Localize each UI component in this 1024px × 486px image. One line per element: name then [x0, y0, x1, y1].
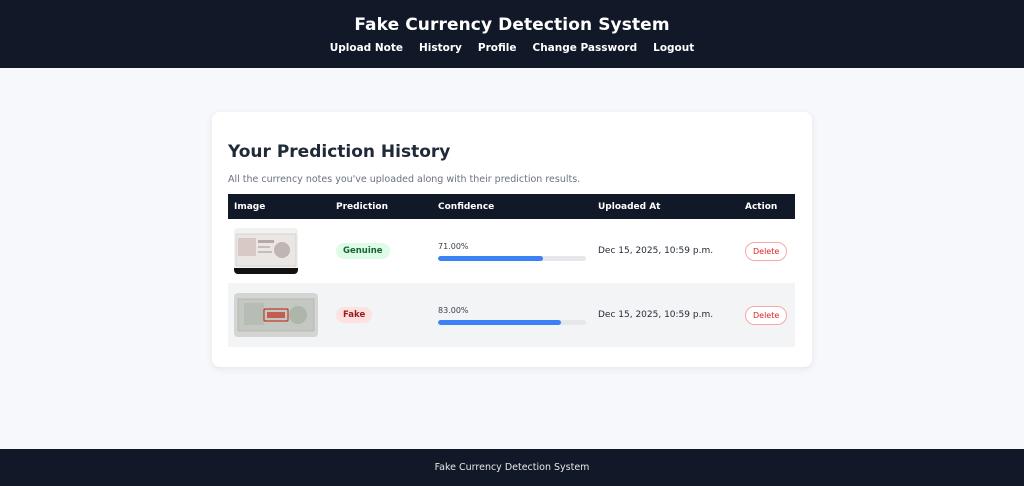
uploaded-at: Dec 15, 2025, 10:59 p.m.	[598, 246, 714, 256]
nav-history[interactable]: History	[419, 42, 462, 54]
uploaded-at: Dec 15, 2025, 10:59 p.m.	[598, 310, 714, 320]
status-badge: Genuine	[336, 243, 390, 259]
main-nav: Upload Note History Profile Change Passw…	[0, 42, 1024, 54]
confidence-bar	[438, 255, 586, 261]
column-header-prediction: Prediction	[336, 201, 388, 212]
column-header-action: Action	[745, 201, 778, 212]
page-footer: Fake Currency Detection System	[0, 449, 1024, 486]
nav-logout[interactable]: Logout	[653, 42, 694, 54]
footer-text: Fake Currency Detection System	[434, 462, 590, 473]
history-table: Image Prediction Confidence Uploaded At …	[228, 194, 795, 347]
confidence-value: 83.00%	[438, 305, 469, 315]
nav-upload-note[interactable]: Upload Note	[330, 42, 403, 54]
column-header-uploaded-at: Uploaded At	[598, 201, 661, 212]
app-title: Fake Currency Detection System	[354, 15, 670, 35]
confidence-bar	[438, 319, 586, 325]
status-badge: Fake	[336, 307, 373, 323]
nav-change-password[interactable]: Change Password	[532, 42, 637, 54]
confidence-value: 71.00%	[438, 241, 469, 251]
table-row: Fake 83.00% Dec 15, 2025, 10:59 p.m. Del…	[228, 283, 795, 347]
delete-button[interactable]: Delete	[745, 305, 788, 325]
delete-button[interactable]: Delete	[745, 241, 788, 261]
history-card: Your Prediction History All the currency…	[212, 112, 812, 367]
table-row: Genuine 71.00% Dec 15, 2025, 10:59 p.m. …	[228, 219, 795, 283]
banknote-image-icon	[234, 228, 298, 274]
banknote-image-icon	[234, 293, 318, 337]
banknote-thumbnail[interactable]	[234, 228, 298, 274]
column-header-confidence: Confidence	[438, 201, 495, 212]
top-header: Fake Currency Detection System Upload No…	[0, 0, 1024, 68]
column-header-image: Image	[234, 201, 266, 212]
confidence-bar-fill	[438, 255, 544, 261]
confidence-bar-fill	[438, 319, 561, 325]
banknote-thumbnail[interactable]	[234, 293, 318, 337]
page-subtitle: All the currency notes you've uploaded a…	[228, 174, 581, 185]
nav-profile[interactable]: Profile	[478, 42, 517, 54]
table-header-row: Image Prediction Confidence Uploaded At …	[228, 194, 795, 219]
page-title: Your Prediction History	[228, 142, 451, 162]
